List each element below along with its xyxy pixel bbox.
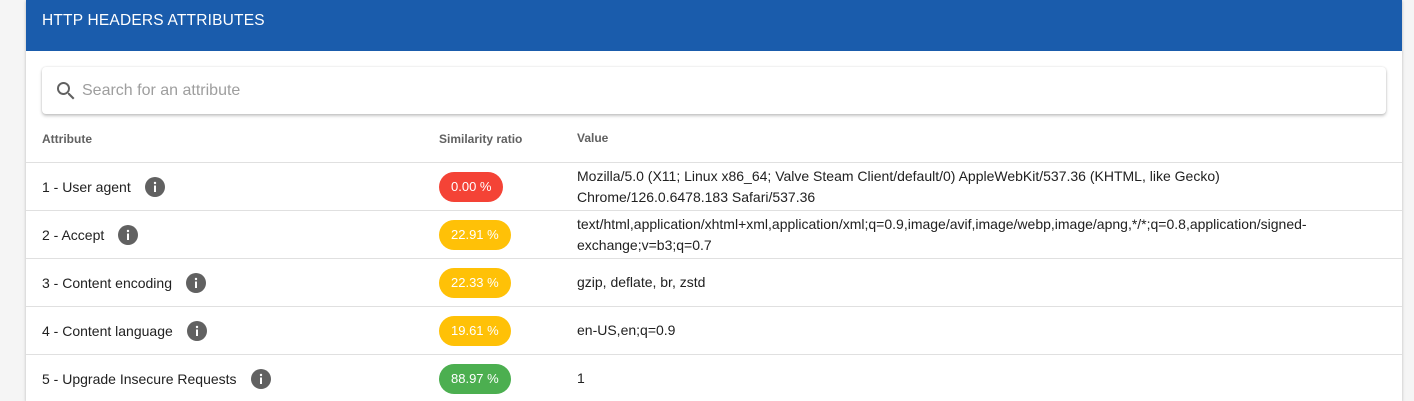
search-icon (54, 79, 78, 103)
column-header-attribute[interactable]: Attribute (26, 115, 439, 163)
attributes-table: Attribute Similarity ratio Value 1 - Use… (26, 115, 1402, 401)
attribute-cell: 1 - User agent (26, 162, 439, 211)
value-cell: text/html,application/xhtml+xml,applicat… (577, 210, 1402, 259)
value-cell: 1 (577, 354, 1402, 401)
value-cell: Mozilla/5.0 (X11; Linux x86_64; Valve St… (577, 162, 1402, 211)
attribute-cell: 5 - Upgrade Insecure Requests (26, 354, 439, 401)
info-icon[interactable] (186, 320, 207, 341)
http-headers-card: HTTP HEADERS ATTRIBUTES Attribute Simila… (26, 0, 1402, 401)
similarity-badge: 88.97 % (439, 363, 511, 394)
search-box[interactable] (42, 67, 1386, 114)
attribute-name: 1 - User agent (42, 178, 131, 195)
table-row: 2 - Accept 22.91 % text/html,application… (26, 210, 1402, 259)
similarity-cell: 22.91 % (439, 210, 577, 259)
similarity-badge: 19.61 % (439, 315, 511, 346)
attribute-name: 2 - Accept (42, 226, 105, 243)
similarity-cell: 19.61 % (439, 306, 577, 355)
attribute-name: 5 - Upgrade Insecure Requests (42, 370, 237, 387)
similarity-cell: 88.97 % (439, 354, 577, 401)
similarity-badge: 22.91 % (439, 219, 511, 250)
table-row: 3 - Content encoding 22.33 % gzip, defla… (26, 258, 1402, 307)
similarity-badge: 0.00 % (439, 171, 504, 202)
table-row: 5 - Upgrade Insecure Requests 88.97 % 1 (26, 354, 1402, 401)
similarity-cell: 0.00 % (439, 162, 577, 211)
attribute-name: 3 - Content encoding (42, 274, 172, 291)
table-row: 1 - User agent 0.00 % Mozilla/5.0 (X11; … (26, 162, 1402, 211)
info-icon[interactable] (250, 368, 271, 389)
info-icon[interactable] (118, 224, 139, 245)
similarity-badge: 22.33 % (439, 267, 511, 298)
similarity-cell: 22.33 % (439, 258, 577, 307)
value-cell: en-US,en;q=0.9 (577, 306, 1402, 355)
column-header-value[interactable]: Value (577, 115, 1402, 163)
column-header-similarity[interactable]: Similarity ratio (439, 115, 577, 163)
attribute-name: 4 - Content language (42, 322, 173, 339)
attribute-cell: 3 - Content encoding (26, 258, 439, 307)
card-title: HTTP HEADERS ATTRIBUTES (42, 12, 265, 29)
info-icon[interactable] (185, 272, 206, 293)
attribute-cell: 4 - Content language (26, 306, 439, 355)
attribute-cell: 2 - Accept (26, 210, 439, 259)
card-header: HTTP HEADERS ATTRIBUTES (26, 0, 1402, 51)
value-cell: gzip, deflate, br, zstd (577, 258, 1402, 307)
info-icon[interactable] (144, 176, 165, 197)
search-input[interactable] (82, 67, 1386, 114)
table-row: 4 - Content language 19.61 % en-US,en;q=… (26, 306, 1402, 355)
table-header-row: Attribute Similarity ratio Value (26, 115, 1402, 163)
